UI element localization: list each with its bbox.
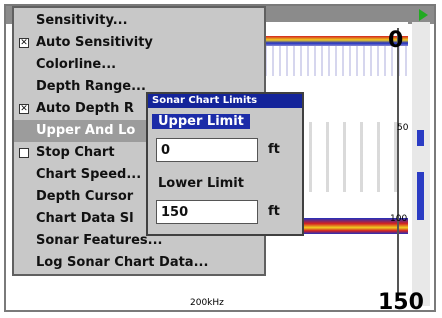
dialog-title: Sonar Chart Limits xyxy=(148,94,302,108)
scale-bottom-label: 150 xyxy=(378,290,424,315)
menu-item-label: Log Sonar Chart Data... xyxy=(36,255,209,270)
frequency-label: 200kHz xyxy=(190,298,224,308)
menu-item-label: Depth Range... xyxy=(36,79,146,94)
auto-sensitivity-checkbox[interactable]: ✕ xyxy=(19,38,29,48)
depth-range-indicator-upper xyxy=(417,130,424,146)
surface-noise xyxy=(258,46,408,76)
depth-ruler xyxy=(392,28,404,308)
menu-item-auto-sensitivity[interactable]: ✕ Auto Sensitivity xyxy=(14,32,264,54)
menu-item-label: Chart Data Sl xyxy=(36,211,134,226)
lower-limit-unit: ft xyxy=(268,204,280,219)
scale-top-label: 0 xyxy=(388,28,404,53)
menu-item-label: Auto Sensitivity xyxy=(36,35,153,50)
auto-depth-range-checkbox[interactable]: ✕ xyxy=(19,104,29,114)
sonar-chart-limits-dialog: Sonar Chart Limits Upper Limit ft Lower … xyxy=(146,92,304,236)
menu-item-colorline[interactable]: Colorline... xyxy=(14,54,264,76)
upper-limit-label: Upper Limit xyxy=(152,114,250,129)
menu-item-label: Depth Cursor xyxy=(36,189,134,204)
depth-scroll-bar[interactable] xyxy=(412,22,430,306)
scale-low-label: 100 xyxy=(390,214,408,224)
depth-range-indicator-lower xyxy=(417,172,424,220)
menu-item-sensitivity[interactable]: Sensitivity... xyxy=(14,10,264,32)
play-arrow-icon[interactable] xyxy=(419,9,428,21)
lower-limit-label: Lower Limit xyxy=(158,176,244,191)
upper-limit-input[interactable] xyxy=(156,138,258,162)
menu-item-label: Upper And Lo xyxy=(36,123,136,138)
upper-limit-unit: ft xyxy=(268,142,280,157)
menu-item-label: Sensitivity... xyxy=(36,13,128,28)
menu-item-label: Auto Depth R xyxy=(36,101,134,116)
menu-item-label: Colorline... xyxy=(36,57,117,72)
menu-item-label: Stop Chart xyxy=(36,145,115,160)
menu-item-label: Sonar Features... xyxy=(36,233,163,248)
lower-limit-input[interactable] xyxy=(156,200,258,224)
depth-ruler-line xyxy=(397,28,399,298)
stop-chart-checkbox[interactable] xyxy=(19,148,29,158)
menu-item-label: Chart Speed... xyxy=(36,167,142,182)
surface-clutter-band xyxy=(258,36,408,46)
scale-mid-label: 50 xyxy=(397,123,409,133)
menu-item-log-sonar-chart-data[interactable]: Log Sonar Chart Data... xyxy=(14,252,264,274)
